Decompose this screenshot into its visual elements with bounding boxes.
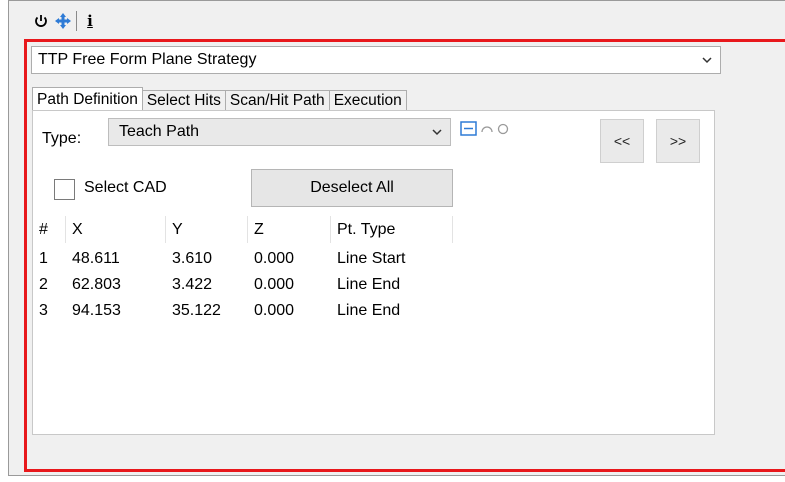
cell-z: 0.000 bbox=[254, 276, 295, 293]
cell-index: 3 bbox=[39, 302, 48, 319]
cell-index: 1 bbox=[39, 250, 48, 267]
toolbar: i bbox=[30, 10, 101, 32]
cell-y: 35.122 bbox=[172, 302, 221, 319]
tab-bar: Path Definition Select Hits Scan/Hit Pat… bbox=[32, 87, 407, 110]
line-segment-icon[interactable] bbox=[460, 121, 478, 142]
next-button[interactable]: >> bbox=[656, 119, 700, 163]
strategy-dropdown[interactable]: TTP Free Form Plane Strategy bbox=[31, 46, 721, 74]
column-header-z[interactable]: Z bbox=[248, 216, 331, 243]
shape-icons bbox=[460, 121, 510, 142]
info-glyph: i bbox=[87, 12, 93, 30]
cell-x: 62.803 bbox=[72, 276, 121, 293]
cell-z: 0.000 bbox=[254, 250, 295, 267]
column-header-x[interactable]: X bbox=[66, 216, 166, 243]
column-header-index[interactable]: # bbox=[33, 216, 66, 243]
column-header-y[interactable]: Y bbox=[166, 216, 248, 243]
select-cad-checkbox[interactable] bbox=[54, 179, 75, 200]
previous-button[interactable]: << bbox=[600, 119, 644, 163]
chevron-down-icon bbox=[702, 55, 712, 65]
table-row[interactable]: 3 94.153 35.122 0.000 Line End bbox=[33, 298, 713, 324]
cell-pt-type: Line End bbox=[337, 302, 401, 319]
cell-pt-type: Line Start bbox=[337, 250, 406, 267]
table-row[interactable]: 2 62.803 3.422 0.000 Line End bbox=[33, 272, 713, 298]
select-cad-label: Select CAD bbox=[84, 179, 167, 196]
power-icon[interactable] bbox=[30, 10, 52, 32]
chevron-down-icon bbox=[432, 127, 442, 137]
cell-y: 3.422 bbox=[172, 276, 213, 293]
cell-index: 2 bbox=[39, 276, 48, 293]
cell-x: 48.611 bbox=[72, 250, 120, 267]
cell-x: 94.153 bbox=[72, 302, 121, 319]
column-header-pt-type[interactable]: Pt. Type bbox=[331, 216, 453, 243]
tab-scan-hit-path[interactable]: Scan/Hit Path bbox=[224, 90, 330, 110]
type-dropdown-value: Teach Path bbox=[119, 123, 200, 140]
move-icon[interactable] bbox=[52, 10, 74, 32]
table-row[interactable]: 1 48.611 3.610 0.000 Line Start bbox=[33, 246, 713, 272]
info-icon[interactable]: i bbox=[79, 10, 101, 32]
type-label: Type: bbox=[42, 130, 82, 147]
deselect-all-button[interactable]: Deselect All bbox=[251, 169, 453, 207]
type-dropdown[interactable]: Teach Path bbox=[108, 118, 451, 146]
strategy-dropdown-value: TTP Free Form Plane Strategy bbox=[38, 51, 257, 68]
cell-pt-type: Line End bbox=[337, 276, 401, 293]
arc-icon[interactable] bbox=[480, 121, 494, 142]
cell-z: 0.000 bbox=[254, 302, 295, 319]
tab-select-hits[interactable]: Select Hits bbox=[141, 90, 226, 110]
tab-execution[interactable]: Execution bbox=[328, 90, 407, 110]
tab-path-definition[interactable]: Path Definition bbox=[32, 87, 143, 110]
toolbar-separator bbox=[76, 11, 77, 31]
circle-icon[interactable] bbox=[496, 121, 510, 142]
points-table-header: # X Y Z Pt. Type bbox=[33, 216, 713, 243]
cell-y: 3.610 bbox=[172, 250, 213, 267]
